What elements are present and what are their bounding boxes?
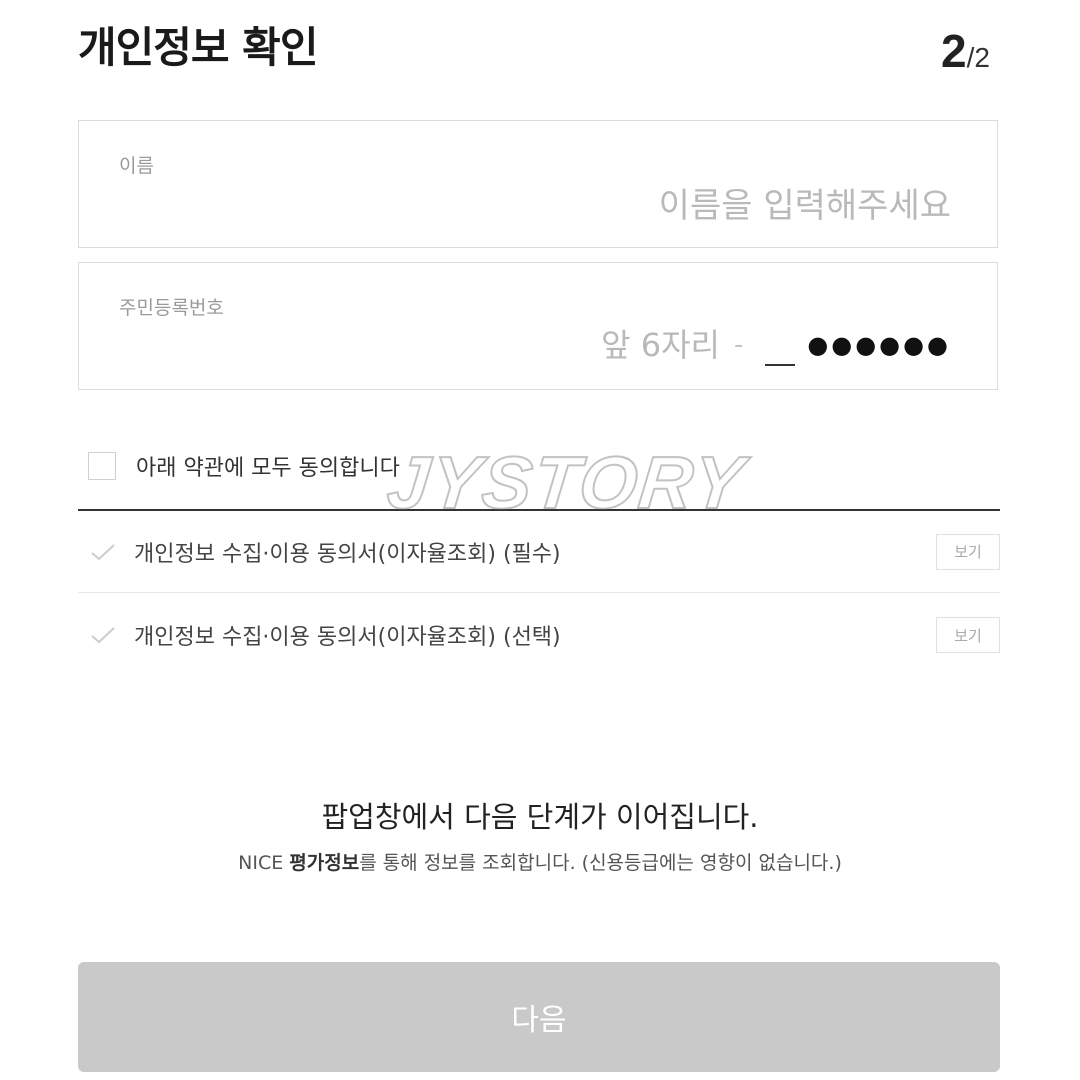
check-icon xyxy=(90,542,126,562)
personal-info-page: 개인정보 확인 2/2 이름 주민등록번호 - ●●●●●● 아래 약관에 모두… xyxy=(0,0,1080,1080)
rrn-back-digit-input[interactable] xyxy=(765,324,796,366)
notice-sub-suffix: 를 통해 정보를 조회합니다. (신용등급에는 영향이 없습니다.) xyxy=(359,852,842,874)
agree-all-checkbox[interactable] xyxy=(88,452,116,480)
step-current: 2 xyxy=(941,25,967,77)
agree-all-label: 아래 약관에 모두 동의합니다 xyxy=(136,456,400,481)
rrn-input-row: - ●●●●●● xyxy=(549,321,951,369)
name-field[interactable]: 이름 xyxy=(78,120,998,248)
agree-all-toggle[interactable]: 아래 약관에 모두 동의합니다 xyxy=(88,450,400,482)
step-total: /2 xyxy=(966,42,990,73)
view-terms-button[interactable]: 보기 xyxy=(936,617,1000,653)
rrn-dash: - xyxy=(733,330,744,360)
rrn-front-input[interactable] xyxy=(549,326,720,364)
rrn-masked-digits: ●●●●●● xyxy=(807,331,951,359)
terms-item-required[interactable]: 개인정보 수집·이용 동의서(이자율조회) (필수) 보기 xyxy=(78,511,1000,593)
notice-title: 팝업창에서 다음 단계가 이어집니다. xyxy=(321,800,759,834)
notice-subtext: NICE 평가정보를 통해 정보를 조회합니다. (신용등급에는 영향이 없습니… xyxy=(0,848,1080,875)
page-title: 개인정보 확인 xyxy=(78,23,318,72)
name-input[interactable] xyxy=(451,183,951,229)
step-indicator: 2/2 xyxy=(941,24,990,78)
terms-label: 개인정보 수집·이용 동의서(이자율조회) (필수) xyxy=(134,541,561,567)
check-icon xyxy=(90,625,126,645)
next-button[interactable]: 다음 xyxy=(78,962,1000,1072)
rrn-field[interactable]: 주민등록번호 - ●●●●●● xyxy=(78,262,998,390)
view-terms-button[interactable]: 보기 xyxy=(936,533,1000,570)
terms-item-optional[interactable]: 개인정보 수집·이용 동의서(이자율조회) (선택) 보기 xyxy=(78,594,1000,676)
notice-sub-prefix: NICE xyxy=(238,852,290,874)
notice-sub-strong: 평가정보 xyxy=(289,852,360,874)
terms-label: 개인정보 수집·이용 동의서(이자율조회) (선택) xyxy=(134,625,561,650)
name-field-label: 이름 xyxy=(119,155,154,177)
rrn-field-label: 주민등록번호 xyxy=(119,297,224,319)
